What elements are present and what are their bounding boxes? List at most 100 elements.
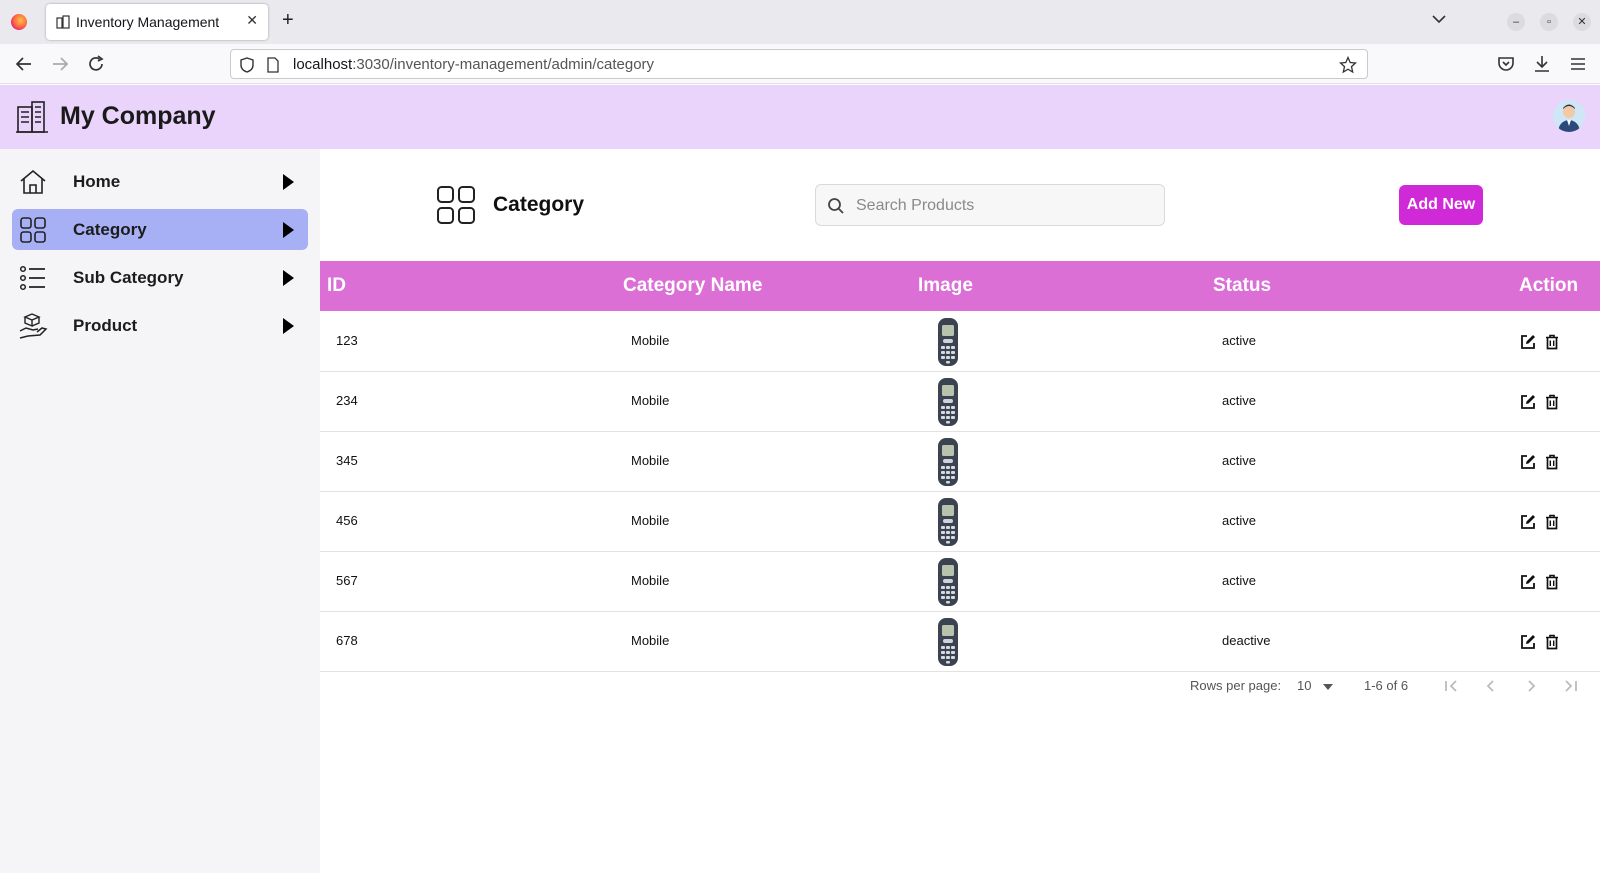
table-row: 234 Mobile active <box>320 371 1600 432</box>
star-icon[interactable] <box>1339 56 1357 74</box>
forward-arrow-icon[interactable] <box>49 53 71 75</box>
sidebar-item-category[interactable]: Category <box>12 209 308 250</box>
cell-status: active <box>1222 333 1256 348</box>
cell-status: active <box>1222 513 1256 528</box>
column-header-category-name: Category Name <box>623 275 763 296</box>
pocket-icon[interactable] <box>1495 53 1517 75</box>
table-header: ID Category Name Image Status Action <box>320 261 1600 311</box>
last-page-icon[interactable] <box>1562 677 1580 695</box>
pagination-range: 1-6 of 6 <box>1364 678 1409 693</box>
hamburger-menu-icon[interactable] <box>1567 53 1589 75</box>
building-icon <box>56 15 70 29</box>
cell-id: 678 <box>336 633 358 648</box>
url-text[interactable]: localhost:3030/inventory-management/admi… <box>293 56 654 73</box>
edit-icon[interactable] <box>1520 574 1536 590</box>
cell-id: 123 <box>336 333 358 348</box>
table-row: 456 Mobile active <box>320 491 1600 552</box>
edit-icon[interactable] <box>1520 634 1536 650</box>
column-header-action: Action <box>1519 275 1579 296</box>
hand-box-icon <box>19 313 48 339</box>
caret-down-icon[interactable] <box>1323 684 1333 690</box>
trash-icon[interactable] <box>1545 334 1559 350</box>
maximize-button[interactable]: ▫ <box>1540 13 1558 31</box>
url-bar[interactable]: localhost:3030/inventory-management/admi… <box>230 49 1368 79</box>
brand-name: My Company <box>60 102 216 130</box>
trash-icon[interactable] <box>1545 634 1559 650</box>
edit-icon[interactable] <box>1520 454 1536 470</box>
sidebar-item-label: Home <box>73 172 121 191</box>
close-window-button[interactable]: ✕ <box>1573 13 1591 31</box>
sidebar-item-sub-category[interactable]: Sub Category <box>12 257 308 298</box>
cell-status: deactive <box>1222 633 1271 648</box>
sidebar: Home Category Sub Category Product <box>0 149 320 873</box>
cell-category-name: Mobile <box>631 453 670 468</box>
triangle-right-icon <box>283 318 294 334</box>
sidebar-item-label: Product <box>73 316 138 335</box>
table-row: 678 Mobile deactive <box>320 611 1600 672</box>
back-arrow-icon[interactable] <box>13 53 35 75</box>
cell-category-name: Mobile <box>631 573 670 588</box>
page-title: Category <box>493 193 585 216</box>
main-content: Category Add New ID Category Name Image … <box>320 149 1600 873</box>
cell-status: active <box>1222 393 1256 408</box>
cell-category-name: Mobile <box>631 633 670 648</box>
phone-image <box>938 318 958 366</box>
cell-category-name: Mobile <box>631 513 670 528</box>
column-header-image: Image <box>918 275 973 296</box>
firefox-logo-icon <box>11 14 27 30</box>
rows-per-page-select[interactable]: 10 <box>1297 678 1311 693</box>
triangle-right-icon <box>283 174 294 190</box>
next-page-icon[interactable] <box>1522 677 1540 695</box>
list-icon <box>19 265 45 291</box>
edit-icon[interactable] <box>1520 514 1536 530</box>
cell-status: active <box>1222 573 1256 588</box>
cell-id: 567 <box>336 573 358 588</box>
phone-image <box>938 558 958 606</box>
search-box <box>815 184 1165 226</box>
company-building-icon <box>16 101 48 133</box>
phone-image <box>938 618 958 666</box>
table-row: 345 Mobile active <box>320 431 1600 492</box>
grid-icon <box>437 186 475 224</box>
sidebar-item-label: Sub Category <box>73 268 184 287</box>
cell-id: 345 <box>336 453 358 468</box>
sidebar-item-label: Category <box>73 220 147 239</box>
trash-icon[interactable] <box>1545 394 1559 410</box>
add-new-button[interactable]: Add New <box>1399 185 1483 225</box>
browser-nav-bar: localhost:3030/inventory-management/admi… <box>0 44 1600 84</box>
table-row: 567 Mobile active <box>320 551 1600 612</box>
minimize-button[interactable]: – <box>1507 13 1525 31</box>
rows-per-page-label: Rows per page: <box>1190 678 1282 693</box>
browser-tab[interactable]: Inventory Management ✕ <box>46 4 268 40</box>
phone-image <box>938 498 958 546</box>
user-avatar[interactable] <box>1553 100 1585 132</box>
trash-icon[interactable] <box>1545 574 1559 590</box>
cell-id: 234 <box>336 393 358 408</box>
edit-icon[interactable] <box>1520 394 1536 410</box>
reload-icon[interactable] <box>85 53 107 75</box>
trash-icon[interactable] <box>1545 454 1559 470</box>
column-header-id: ID <box>327 275 346 296</box>
cell-id: 456 <box>336 513 358 528</box>
phone-image <box>938 438 958 486</box>
search-icon <box>828 198 844 214</box>
phone-image <box>938 378 958 426</box>
sidebar-item-home[interactable]: Home <box>12 161 308 202</box>
new-tab-button[interactable]: + <box>282 10 294 30</box>
first-page-icon[interactable] <box>1442 677 1460 695</box>
search-input[interactable] <box>856 193 1146 219</box>
chevron-down-icon[interactable] <box>1432 14 1446 24</box>
column-header-status: Status <box>1213 275 1272 296</box>
download-icon[interactable] <box>1531 53 1553 75</box>
sidebar-item-product[interactable]: Product <box>12 305 308 346</box>
edit-icon[interactable] <box>1520 334 1536 350</box>
triangle-right-icon <box>283 270 294 286</box>
cell-category-name: Mobile <box>631 333 670 348</box>
cell-status: active <box>1222 453 1256 468</box>
trash-icon[interactable] <box>1545 514 1559 530</box>
grid-icon <box>20 217 46 243</box>
shield-icon[interactable] <box>240 57 254 73</box>
previous-page-icon[interactable] <box>1482 677 1500 695</box>
close-tab-icon[interactable]: ✕ <box>246 12 258 29</box>
tab-title: Inventory Management <box>76 14 220 30</box>
